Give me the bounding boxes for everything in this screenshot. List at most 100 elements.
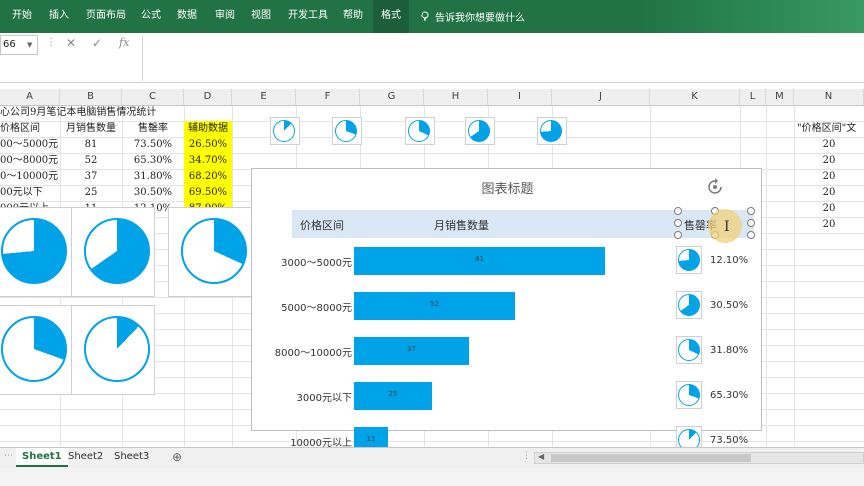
cell-n-value[interactable]: 20: [794, 217, 864, 233]
col-header-f[interactable]: F: [296, 89, 360, 106]
pie-thumbnail[interactable]: [168, 207, 252, 297]
pie-thumbnail[interactable]: [71, 305, 155, 395]
selection-handle[interactable]: [747, 231, 755, 239]
chart-title[interactable]: 图表标题: [252, 178, 763, 197]
cell-rate[interactable]: 30.50%: [122, 185, 184, 201]
pie-thumbnail[interactable]: [332, 117, 362, 145]
tab-review[interactable]: 审阅: [215, 9, 235, 23]
col-header-h[interactable]: H: [424, 89, 488, 106]
cell-range[interactable]: 00元以下: [0, 185, 60, 201]
selection-handle[interactable]: [674, 207, 682, 215]
tab-home[interactable]: 开始: [12, 9, 32, 23]
cell-rate[interactable]: 73.50%: [122, 137, 184, 153]
col-header-i[interactable]: I: [488, 89, 552, 106]
cell-aux[interactable]: 34.70%: [184, 153, 232, 169]
tab-formulas[interactable]: 公式: [141, 9, 161, 23]
cell-aux[interactable]: 26.50%: [184, 137, 232, 153]
formula-input[interactable]: [142, 35, 864, 81]
horizontal-scrollbar[interactable]: ◀: [534, 452, 864, 464]
tab-divider-icon[interactable]: ⋮: [522, 451, 531, 461]
col-header-j[interactable]: J: [552, 89, 650, 106]
category-label[interactable]: 8000～10000元: [252, 344, 352, 359]
rate-pie-box[interactable]: [676, 336, 702, 364]
selection-handle[interactable]: [747, 207, 755, 215]
col-header-l[interactable]: L: [740, 89, 766, 106]
selection-handle[interactable]: [747, 219, 755, 227]
cell-title[interactable]: 心公司9月笔记本电脑销售情况统计: [0, 105, 156, 121]
col-header-g[interactable]: G: [360, 89, 424, 106]
cell-qty[interactable]: 25: [60, 185, 122, 201]
data-bar[interactable]: 37: [354, 337, 469, 365]
cell-n-value[interactable]: 20: [794, 169, 864, 185]
cell-qty[interactable]: 81: [60, 137, 122, 153]
cell-n-value[interactable]: 20: [794, 201, 864, 217]
cell-header-rate[interactable]: 售罄率: [122, 121, 184, 137]
enter-icon[interactable]: ✓: [92, 36, 102, 50]
rotate-icon[interactable]: [706, 178, 724, 196]
rate-pie-box[interactable]: [676, 246, 702, 274]
sheet-tab-2[interactable]: Sheet2: [62, 448, 109, 467]
col-header-e[interactable]: E: [232, 89, 296, 106]
tab-view[interactable]: 视图: [251, 9, 271, 23]
rate-pie-box[interactable]: [676, 381, 702, 409]
cell-range[interactable]: 0～10000元: [0, 169, 60, 185]
scroll-thumb[interactable]: [551, 454, 751, 462]
category-label[interactable]: 5000～8000元: [252, 299, 352, 314]
selection-handle[interactable]: [674, 219, 682, 227]
col-header-m[interactable]: M: [766, 89, 794, 106]
data-bar[interactable]: 25: [354, 382, 432, 410]
pie-thumbnail[interactable]: [0, 207, 72, 297]
cell-aux[interactable]: 69.50%: [184, 185, 232, 201]
pie-thumbnail[interactable]: [71, 207, 155, 297]
cell-header-range[interactable]: 价格区间: [0, 121, 60, 137]
cell-rate[interactable]: 31.80%: [122, 169, 184, 185]
tab-format[interactable]: 格式: [373, 0, 409, 33]
col-header-n[interactable]: N: [794, 89, 864, 106]
cell-n-value[interactable]: 20: [794, 137, 864, 153]
cell-n-value[interactable]: 20: [794, 185, 864, 201]
category-label[interactable]: 3000元以下: [252, 389, 352, 404]
tab-data[interactable]: 数据: [177, 9, 197, 23]
col-header-c[interactable]: C: [122, 89, 184, 106]
tab-developer[interactable]: 开发工具: [288, 9, 328, 23]
data-bar[interactable]: 52: [354, 292, 516, 320]
category-label[interactable]: 3000～5000元: [252, 254, 352, 269]
selection-handle[interactable]: [674, 231, 682, 239]
pie-thumbnail[interactable]: [405, 117, 435, 145]
cell-qty[interactable]: 37: [60, 169, 122, 185]
sheet-tab-3[interactable]: Sheet3: [108, 448, 155, 467]
col-header-a[interactable]: A: [0, 89, 60, 106]
rate-pie-box[interactable]: [676, 291, 702, 319]
tab-scroll-icon[interactable]: ⋯: [4, 451, 13, 461]
chevron-down-icon[interactable]: ▼: [27, 41, 32, 49]
cell-qty[interactable]: 52: [60, 153, 122, 169]
cell-rate[interactable]: 65.30%: [122, 153, 184, 169]
cell-range[interactable]: 00～8000元: [0, 153, 60, 169]
scroll-left-icon[interactable]: ◀: [538, 452, 544, 461]
pie-thumbnail[interactable]: [465, 117, 495, 145]
cell-n-header[interactable]: "价格区间"文: [797, 121, 856, 137]
tab-page-layout[interactable]: 页面布局: [86, 9, 126, 23]
pie-thumbnail[interactable]: [270, 117, 300, 145]
tab-insert[interactable]: 插入: [49, 9, 69, 23]
cell-aux[interactable]: 68.20%: [184, 169, 232, 185]
sheet-tab-1[interactable]: Sheet1: [16, 448, 68, 467]
col-header-b[interactable]: B: [60, 89, 122, 106]
cell-n-value[interactable]: 20: [794, 153, 864, 169]
bar-chart[interactable]: 图表标题 价格区间 月销售数量 售罄率 3000～5000元 81 12.10% 50…: [251, 168, 763, 455]
function-icon[interactable]: fx: [119, 36, 129, 49]
cell-header-qty[interactable]: 月销售数量: [60, 121, 122, 137]
tell-me-box[interactable]: 告诉我你想要做什么: [420, 9, 525, 24]
col-header-k[interactable]: K: [650, 89, 740, 106]
col-header-d[interactable]: D: [184, 89, 232, 106]
add-sheet-icon[interactable]: ⊕: [172, 450, 182, 464]
tab-help[interactable]: 帮助: [343, 9, 363, 23]
data-bar[interactable]: 81: [354, 247, 606, 275]
cell-range[interactable]: 00～5000元: [0, 137, 60, 153]
pie-thumbnail[interactable]: [537, 117, 567, 145]
cancel-icon[interactable]: ✕: [66, 36, 76, 50]
pie-thumbnail[interactable]: [0, 305, 72, 395]
bar-value-label: 11: [366, 435, 376, 443]
cell-header-aux[interactable]: 辅助数据: [184, 121, 232, 137]
pie-slice: [408, 120, 430, 142]
